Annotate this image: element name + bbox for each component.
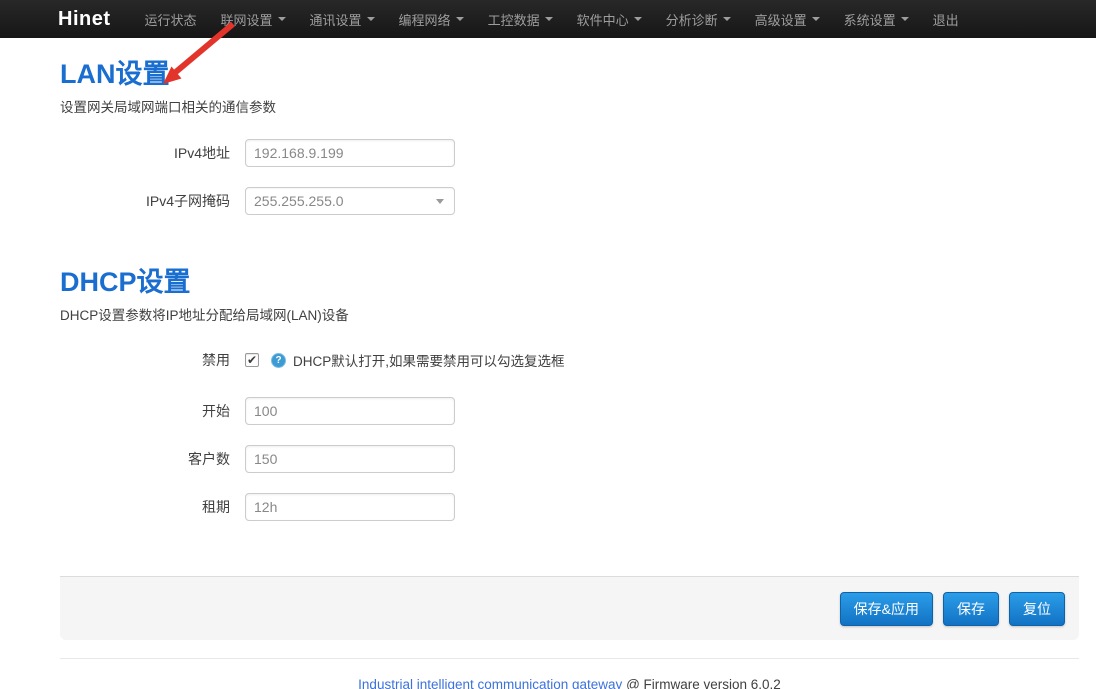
dhcp-form: 禁用 ✔ ? DHCP默认打开,如果需要禁用可以勾选复选框 开始 客户数 租期 bbox=[60, 350, 1096, 521]
footer-divider bbox=[60, 658, 1079, 659]
dhcp-clients-label: 客户数 bbox=[60, 449, 245, 469]
save-button[interactable]: 保存 bbox=[943, 592, 999, 626]
lan-form: IPv4地址 IPv4子网掩码 255.255.255.0 bbox=[60, 139, 1096, 215]
nav-item-logout[interactable]: 退出 bbox=[921, 0, 971, 38]
reset-button[interactable]: 复位 bbox=[1009, 592, 1065, 626]
form-row-ipv4-netmask: IPv4子网掩码 255.255.255.0 bbox=[60, 187, 1096, 215]
dhcp-hint-text: DHCP默认打开,如果需要禁用可以勾选复选框 bbox=[293, 350, 565, 370]
brand-logo[interactable]: Hinet bbox=[58, 8, 111, 31]
dhcp-disable-checkbox[interactable]: ✔ bbox=[245, 353, 259, 367]
chevron-down-icon bbox=[901, 17, 909, 21]
ipv4-netmask-selected-value: 255.255.255.0 bbox=[254, 193, 344, 209]
nav-item-advanced-settings[interactable]: 高级设置 bbox=[743, 0, 832, 38]
ipv4-netmask-label: IPv4子网掩码 bbox=[60, 191, 245, 211]
footer-firmware-text: @ Firmware version 6.0.2 bbox=[622, 677, 781, 689]
dhcp-start-label: 开始 bbox=[60, 401, 245, 421]
nav-item-analysis-diagnosis[interactable]: 分析诊断 bbox=[654, 0, 743, 38]
dhcp-clients-input[interactable] bbox=[245, 445, 455, 473]
dhcp-lease-input[interactable] bbox=[245, 493, 455, 521]
nav-item-network-settings[interactable]: 联网设置 bbox=[209, 0, 298, 38]
dhcp-disable-label: 禁用 bbox=[60, 350, 245, 370]
nav-item-comm-settings[interactable]: 通讯设置 bbox=[298, 0, 387, 38]
main-content: LAN设置 设置网关局域网端口相关的通信参数 IPv4地址 IPv4子网掩码 2… bbox=[0, 59, 1096, 521]
action-bar: 保存&应用 保存 复位 bbox=[60, 576, 1079, 640]
footer-gateway-link[interactable]: Industrial intelligent communication gat… bbox=[358, 677, 622, 689]
nav-item-running-status[interactable]: 运行状态 bbox=[133, 0, 209, 38]
ipv4-address-label: IPv4地址 bbox=[60, 143, 245, 163]
help-icon: ? bbox=[271, 353, 286, 368]
form-row-ipv4-address: IPv4地址 bbox=[60, 139, 1096, 167]
ipv4-address-input[interactable] bbox=[245, 139, 455, 167]
form-row-dhcp-clients: 客户数 bbox=[60, 445, 1096, 473]
form-row-dhcp-lease: 租期 bbox=[60, 493, 1096, 521]
nav-item-industrial-data[interactable]: 工控数据 bbox=[476, 0, 565, 38]
form-row-dhcp-start: 开始 bbox=[60, 397, 1096, 425]
ipv4-netmask-select[interactable]: 255.255.255.0 bbox=[245, 187, 455, 215]
footer: Industrial intelligent communication gat… bbox=[60, 677, 1079, 689]
chevron-down-icon bbox=[723, 17, 731, 21]
chevron-down-icon bbox=[278, 17, 286, 21]
nav-item-software-center[interactable]: 软件中心 bbox=[565, 0, 654, 38]
dhcp-settings-subtitle: DHCP设置参数将IP地址分配给局域网(LAN)设备 bbox=[60, 304, 1096, 324]
form-row-dhcp-disable: 禁用 ✔ ? DHCP默认打开,如果需要禁用可以勾选复选框 bbox=[60, 350, 1096, 370]
chevron-down-icon bbox=[367, 17, 375, 21]
dhcp-settings-title: DHCP设置 bbox=[60, 267, 1096, 298]
save-apply-button[interactable]: 保存&应用 bbox=[840, 592, 933, 626]
nav-item-programming-network[interactable]: 编程网络 bbox=[387, 0, 476, 38]
chevron-down-icon bbox=[634, 17, 642, 21]
nav-item-system-settings[interactable]: 系统设置 bbox=[832, 0, 921, 38]
dropdown-caret-icon bbox=[436, 199, 444, 204]
lan-settings-title: LAN设置 bbox=[60, 59, 1096, 90]
nav-menu: 运行状态 联网设置 通讯设置 编程网络 工控数据 软件中心 分析诊断 高级设置 … bbox=[133, 0, 971, 38]
chevron-down-icon bbox=[456, 17, 464, 21]
dhcp-start-input[interactable] bbox=[245, 397, 455, 425]
chevron-down-icon bbox=[812, 17, 820, 21]
chevron-down-icon bbox=[545, 17, 553, 21]
dhcp-lease-label: 租期 bbox=[60, 497, 245, 517]
top-navbar: Hinet 运行状态 联网设置 通讯设置 编程网络 工控数据 软件中心 分析诊断… bbox=[0, 0, 1096, 38]
lan-settings-subtitle: 设置网关局域网端口相关的通信参数 bbox=[60, 96, 1096, 116]
